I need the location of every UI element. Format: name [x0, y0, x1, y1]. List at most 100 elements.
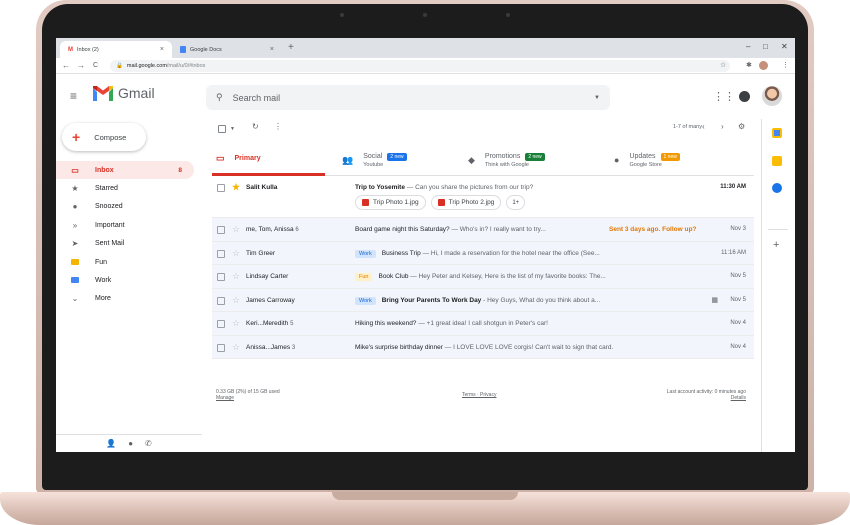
- email-date: Nov 4: [730, 343, 746, 350]
- close-tab-icon[interactable]: ×: [270, 46, 274, 53]
- tab-title: Google Docs: [190, 46, 222, 53]
- select-dropdown-icon[interactable]: ▼: [230, 126, 235, 132]
- refresh-icon[interactable]: ↻: [252, 122, 259, 131]
- star-icon[interactable]: ☆: [232, 295, 240, 306]
- row-checkbox[interactable]: [217, 249, 225, 258]
- maximize-button[interactable]: □: [763, 42, 768, 51]
- keep-icon[interactable]: [772, 156, 782, 166]
- sidebar-item-sent[interactable]: ➤ Sent Mail: [56, 235, 202, 253]
- email-row[interactable]: ☆ me, Tom, Anissa 6 Board game night thi…: [212, 218, 754, 242]
- close-tab-icon[interactable]: ×: [160, 46, 164, 53]
- tab-primary[interactable]: ▭ Primary: [212, 144, 325, 176]
- screen: M Inbox (2) × Google Docs × + – □ ✕ ← → …: [56, 38, 795, 452]
- phone-icon[interactable]: ✆: [145, 439, 152, 448]
- terms-privacy-link[interactable]: Terms · Privacy: [462, 392, 496, 398]
- email-row[interactable]: ☆ Anissa...James 3 Mike's surprise birth…: [212, 335, 754, 359]
- email-subject: Mike's surprise birthday dinner: [355, 343, 443, 351]
- email-subject: Hiking this weekend?: [355, 320, 417, 327]
- label-chip[interactable]: Work: [355, 249, 376, 258]
- star-icon[interactable]: ☆: [232, 318, 240, 329]
- calendar-invite-icon[interactable]: ▦: [711, 296, 718, 304]
- mail-list-pane: ▼ ↻ ⋮ 1-7 of many ‹ › ⚙ ▭ Primary 👥 Soci…: [202, 119, 754, 452]
- search-options-icon[interactable]: ▼: [594, 95, 600, 101]
- browser-tab-docs[interactable]: Google Docs ×: [172, 41, 282, 58]
- email-snippet: — Who's in? I really want to try...: [449, 226, 546, 233]
- browser-menu-icon[interactable]: ⋮: [782, 61, 789, 69]
- sidebar-item-important[interactable]: » Important: [56, 216, 202, 234]
- sidebar-item-work[interactable]: Work: [56, 271, 202, 289]
- email-sender: me, Tom, Anissa 6: [246, 226, 351, 233]
- star-icon[interactable]: ☆: [232, 248, 240, 259]
- label-chip[interactable]: Fun: [355, 273, 373, 281]
- email-row[interactable]: ★ Salit Kulla Trip to Yosemite — Can you…: [212, 176, 754, 218]
- star-icon[interactable]: ☆: [232, 271, 240, 282]
- get-addons-icon[interactable]: +: [773, 239, 779, 251]
- people-icon: 👥: [342, 154, 354, 165]
- new-tab-button[interactable]: +: [288, 42, 294, 53]
- notifications-icon[interactable]: [739, 91, 750, 102]
- row-checkbox[interactable]: [217, 320, 225, 328]
- hangouts-icon[interactable]: ●: [128, 439, 133, 448]
- sidebar-nav: ▭ Inbox 8 ★ Starred ● Snoozed » Importan…: [56, 161, 202, 308]
- email-row[interactable]: ☆ Keri...Meredith 5 Hiking this weekend?…: [212, 312, 754, 336]
- row-checkbox[interactable]: [217, 273, 225, 281]
- url-field[interactable]: 🔒 mail.google.com/mail/u/0/#inbox: [110, 60, 730, 72]
- gmail-logo[interactable]: Gmail: [93, 85, 155, 101]
- account-avatar[interactable]: [762, 86, 782, 106]
- profile-avatar[interactable]: [759, 61, 768, 70]
- main-menu-icon[interactable]: ≡: [70, 89, 77, 103]
- email-row[interactable]: ☆ James Carroway Work Bring Your Parents …: [212, 288, 754, 312]
- more-attachments-chip[interactable]: 1+: [506, 195, 526, 210]
- tab-social[interactable]: 👥 Social 2 new Youtube: [338, 144, 407, 176]
- search-input[interactable]: ⚲ Search mail ▼: [206, 85, 610, 110]
- sidebar-item-inbox[interactable]: ▭ Inbox 8: [56, 161, 194, 180]
- activity-details-link[interactable]: Details: [667, 395, 746, 401]
- calendar-icon[interactable]: [772, 128, 782, 138]
- previous-page-icon[interactable]: ‹: [702, 122, 705, 131]
- apps-grid-icon[interactable]: ⋮⋮: [713, 90, 735, 103]
- sidebar-item-snoozed[interactable]: ● Snoozed: [56, 198, 202, 216]
- more-options-icon[interactable]: ⋮: [274, 122, 282, 131]
- tab-title: Inbox (2): [77, 46, 99, 53]
- star-icon: ★: [71, 184, 79, 194]
- attachment-chip[interactable]: Trip Photo 1.jpg: [355, 195, 426, 210]
- search-icon[interactable]: ⚲: [216, 92, 223, 103]
- email-row[interactable]: ☆ Tim Greer Work Business Trip — Hi, I ma…: [212, 241, 754, 265]
- tab-updates[interactable]: ● Updates 1 new Google Store: [610, 144, 680, 176]
- bookmark-star-icon[interactable]: ☆: [720, 61, 726, 69]
- minimize-button[interactable]: –: [746, 42, 750, 51]
- star-icon[interactable]: ★: [232, 182, 240, 193]
- forward-button[interactable]: →: [77, 61, 85, 70]
- next-page-icon[interactable]: ›: [721, 122, 724, 131]
- important-icon: »: [72, 220, 78, 230]
- label-chip[interactable]: Work: [355, 296, 376, 305]
- send-icon: ➤: [71, 239, 79, 249]
- clock-icon: ●: [72, 202, 78, 212]
- row-checkbox[interactable]: [217, 184, 225, 192]
- email-date: Nov 4: [730, 320, 746, 326]
- row-checkbox[interactable]: [217, 343, 225, 352]
- tasks-icon[interactable]: [772, 183, 782, 193]
- row-checkbox[interactable]: [217, 296, 225, 305]
- close-window-button[interactable]: ✕: [781, 42, 788, 51]
- sidebar-item-fun[interactable]: Fun: [56, 253, 202, 271]
- attachment-chip[interactable]: Trip Photo 2.jpg: [430, 195, 502, 210]
- compose-button[interactable]: + Compose: [62, 123, 146, 151]
- reload-button[interactable]: C: [93, 62, 98, 69]
- browser-tab-inbox[interactable]: M Inbox (2) ×: [60, 41, 172, 58]
- extensions-icon[interactable]: ✱: [746, 61, 752, 69]
- bezel-dot: [506, 13, 510, 17]
- tab-promotions[interactable]: ◆ Promotions 2 new Think with Google: [464, 144, 545, 176]
- row-checkbox[interactable]: [217, 226, 225, 234]
- back-button[interactable]: ←: [62, 61, 70, 70]
- manage-storage-link[interactable]: Manage: [216, 395, 280, 401]
- email-row[interactable]: ☆ Lindsay Carter Fun Book Club — Hey Pete…: [212, 265, 754, 289]
- email-snippet: — Hi, I made a reservation for the hotel…: [420, 249, 600, 257]
- star-icon[interactable]: ☆: [232, 224, 240, 235]
- select-all-checkbox[interactable]: [218, 125, 226, 133]
- sidebar-item-starred[interactable]: ★ Starred: [56, 179, 202, 197]
- sidebar-item-more[interactable]: ⌄ More: [56, 290, 202, 308]
- contacts-icon[interactable]: 👤: [106, 439, 116, 448]
- star-icon[interactable]: ☆: [232, 342, 240, 353]
- settings-gear-icon[interactable]: ⚙: [738, 122, 745, 131]
